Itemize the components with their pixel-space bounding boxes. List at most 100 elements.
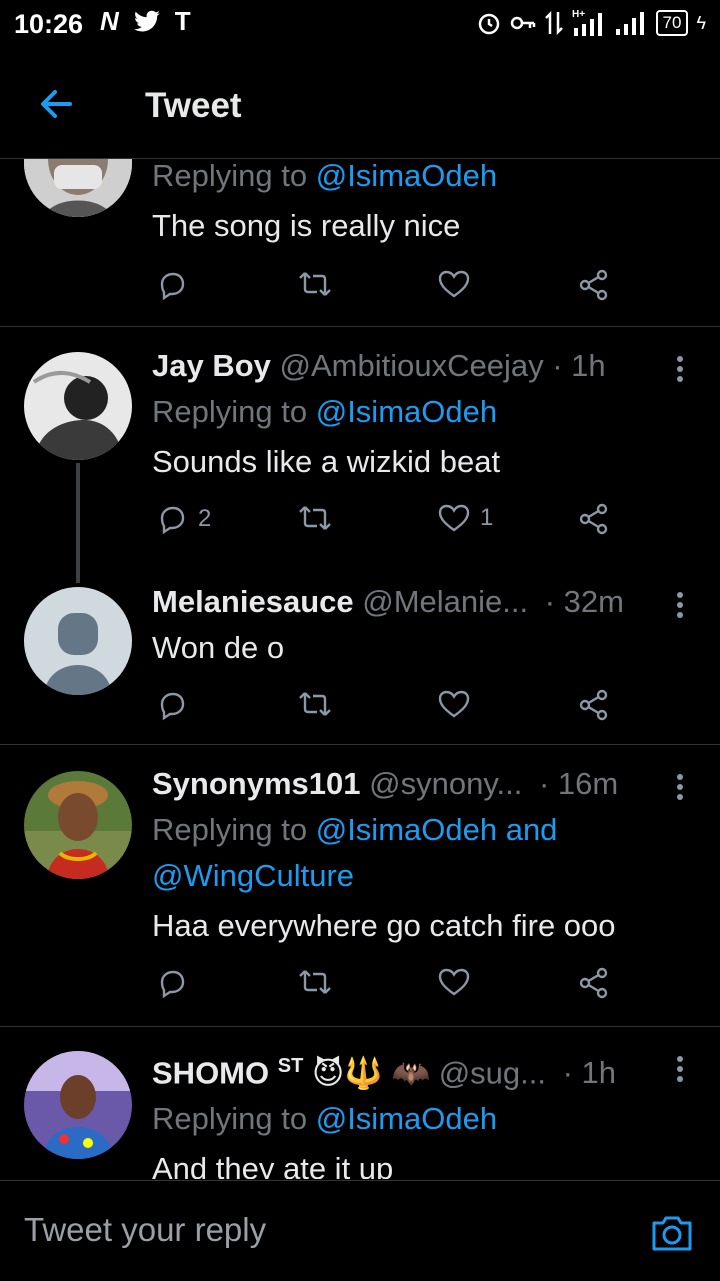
tweet-text: Sounds like a wizkid beat bbox=[152, 444, 501, 479]
retweet-button[interactable] bbox=[297, 503, 333, 533]
alarm-icon bbox=[478, 13, 499, 35]
like-button[interactable]: 1 bbox=[438, 503, 493, 533]
more-options-icon[interactable] bbox=[676, 773, 684, 801]
reply-icon bbox=[160, 506, 185, 535]
user-handle[interactable]: @Melanie... bbox=[362, 584, 528, 619]
more-options-icon[interactable] bbox=[676, 591, 684, 619]
reply-icon bbox=[160, 970, 185, 999]
battery-level: 70 bbox=[655, 10, 689, 36]
retweet-icon bbox=[299, 692, 331, 716]
more-options-icon[interactable] bbox=[676, 1055, 684, 1083]
user-handle[interactable]: @synony... bbox=[369, 766, 522, 801]
avatar[interactable] bbox=[24, 159, 132, 217]
share-icon bbox=[579, 503, 608, 535]
tweet-item[interactable]: Jay Boy @AmbitiouxCeejay · 1h Replying t… bbox=[0, 327, 720, 583]
share-button[interactable] bbox=[578, 689, 610, 721]
avatar[interactable] bbox=[24, 1051, 132, 1159]
avatar-image bbox=[24, 1051, 132, 1159]
data-transfer-icon bbox=[544, 10, 563, 36]
replying-to: Replying to @IsimaOdeh bbox=[152, 1101, 498, 1137]
share-button[interactable] bbox=[578, 503, 610, 535]
avatar[interactable] bbox=[24, 587, 132, 695]
tweet-text: The song is really nice bbox=[152, 208, 461, 243]
share-button[interactable] bbox=[578, 269, 610, 301]
user-name[interactable]: Synonyms101 bbox=[152, 766, 361, 801]
tweet-text: Haa everywhere go catch fire ooo bbox=[152, 908, 616, 943]
user-name[interactable]: Melaniesauce bbox=[152, 584, 354, 619]
vpn-key-icon bbox=[510, 16, 535, 30]
retweet-icon bbox=[299, 272, 331, 296]
charging-icon: ϟ bbox=[696, 12, 706, 33]
page-title: Tweet bbox=[145, 86, 242, 125]
reply-button[interactable] bbox=[156, 967, 188, 999]
tweet-text: Won de o bbox=[152, 630, 285, 665]
retweet-icon bbox=[299, 970, 331, 994]
avatar[interactable] bbox=[24, 771, 132, 879]
tweet-actions bbox=[152, 269, 632, 309]
share-button[interactable] bbox=[578, 967, 610, 999]
more-options-icon[interactable] bbox=[676, 355, 684, 383]
retweet-button[interactable] bbox=[297, 967, 333, 997]
mention-link[interactable]: @IsimaOdeh bbox=[316, 159, 497, 193]
back-arrow-icon[interactable] bbox=[36, 84, 76, 124]
status-time: 10:26 bbox=[14, 9, 84, 39]
share-icon bbox=[579, 269, 608, 301]
like-button[interactable] bbox=[438, 967, 470, 997]
app-bar: Tweet bbox=[0, 50, 720, 159]
avatar[interactable] bbox=[24, 352, 132, 460]
tweet-time: · 32m bbox=[544, 584, 624, 619]
reply-button[interactable]: 2 bbox=[156, 503, 211, 535]
default-avatar-icon bbox=[24, 587, 132, 695]
svg-text:H+: H+ bbox=[572, 9, 585, 20]
replying-to: Replying to @IsimaOdeh bbox=[152, 394, 498, 429]
tweet-time: · 1h bbox=[562, 1055, 617, 1091]
reply-count: 2 bbox=[198, 505, 212, 532]
signal-icon bbox=[615, 12, 644, 35]
retweet-icon bbox=[299, 506, 331, 530]
t-app-icon: T bbox=[174, 6, 191, 36]
user-name-emoji: 😈🔱 🦇 bbox=[311, 1055, 431, 1091]
mention-link[interactable]: @WingCulture bbox=[152, 853, 692, 899]
user-name[interactable]: SHOMO bbox=[152, 1055, 269, 1090]
reply-composer: Tweet your reply bbox=[0, 1180, 720, 1281]
heart-icon bbox=[438, 504, 470, 532]
status-bar: 10:26 N T H+ 70 ϟ bbox=[0, 0, 720, 50]
reply-input[interactable]: Tweet your reply bbox=[24, 1211, 266, 1249]
mention-link[interactable]: @IsimaOdeh bbox=[316, 1101, 497, 1136]
like-count: 1 bbox=[480, 504, 494, 531]
heart-icon bbox=[438, 968, 470, 996]
mention-link[interactable]: @IsimaOdeh and bbox=[316, 812, 558, 847]
avatar-image bbox=[24, 159, 132, 217]
tweet-item[interactable]: Synonyms101 @synony... · 16m Replying to… bbox=[0, 745, 720, 1027]
reply-feed[interactable]: Replying to @IsimaOdeh The song is reall… bbox=[0, 159, 720, 1179]
camera-icon[interactable] bbox=[650, 1213, 694, 1253]
replying-to: Replying to @IsimaOdeh and bbox=[152, 812, 558, 847]
tweet-text: And they ate it up bbox=[152, 1151, 394, 1179]
reply-icon bbox=[160, 272, 185, 301]
share-icon bbox=[579, 689, 608, 721]
mention-link[interactable]: @IsimaOdeh bbox=[316, 394, 497, 429]
tweet-time: · 16m bbox=[538, 766, 619, 801]
tweet-actions bbox=[152, 967, 632, 1007]
tweet-actions: 2 1 bbox=[152, 503, 632, 543]
share-icon bbox=[579, 967, 608, 999]
tweet-time: · 1h bbox=[552, 348, 606, 383]
avatar-image bbox=[24, 771, 132, 879]
user-name[interactable]: Jay Boy bbox=[152, 348, 271, 383]
user-name-superscript: ST bbox=[277, 1055, 304, 1077]
tweet-actions bbox=[152, 689, 632, 729]
tweet-item[interactable]: Melaniesauce @Melanie... · 32m Won de o bbox=[0, 563, 720, 745]
like-button[interactable] bbox=[438, 269, 470, 299]
reply-button[interactable] bbox=[156, 689, 188, 721]
signal-h-plus-icon: H+ bbox=[572, 9, 602, 36]
tweet-item[interactable]: SHOMO ST 😈🔱 🦇 @sug... · 1h Replying to @… bbox=[0, 1027, 720, 1179]
tweet-item[interactable]: Replying to @IsimaOdeh The song is reall… bbox=[0, 159, 720, 327]
like-button[interactable] bbox=[438, 689, 470, 719]
user-handle[interactable]: @sug... bbox=[439, 1055, 546, 1090]
reply-button[interactable] bbox=[156, 269, 188, 301]
n-app-icon: N bbox=[100, 6, 119, 36]
avatar-image bbox=[24, 352, 132, 460]
user-handle[interactable]: @AmbitiouxCeejay bbox=[280, 348, 544, 383]
retweet-button[interactable] bbox=[297, 269, 333, 299]
retweet-button[interactable] bbox=[297, 689, 333, 719]
